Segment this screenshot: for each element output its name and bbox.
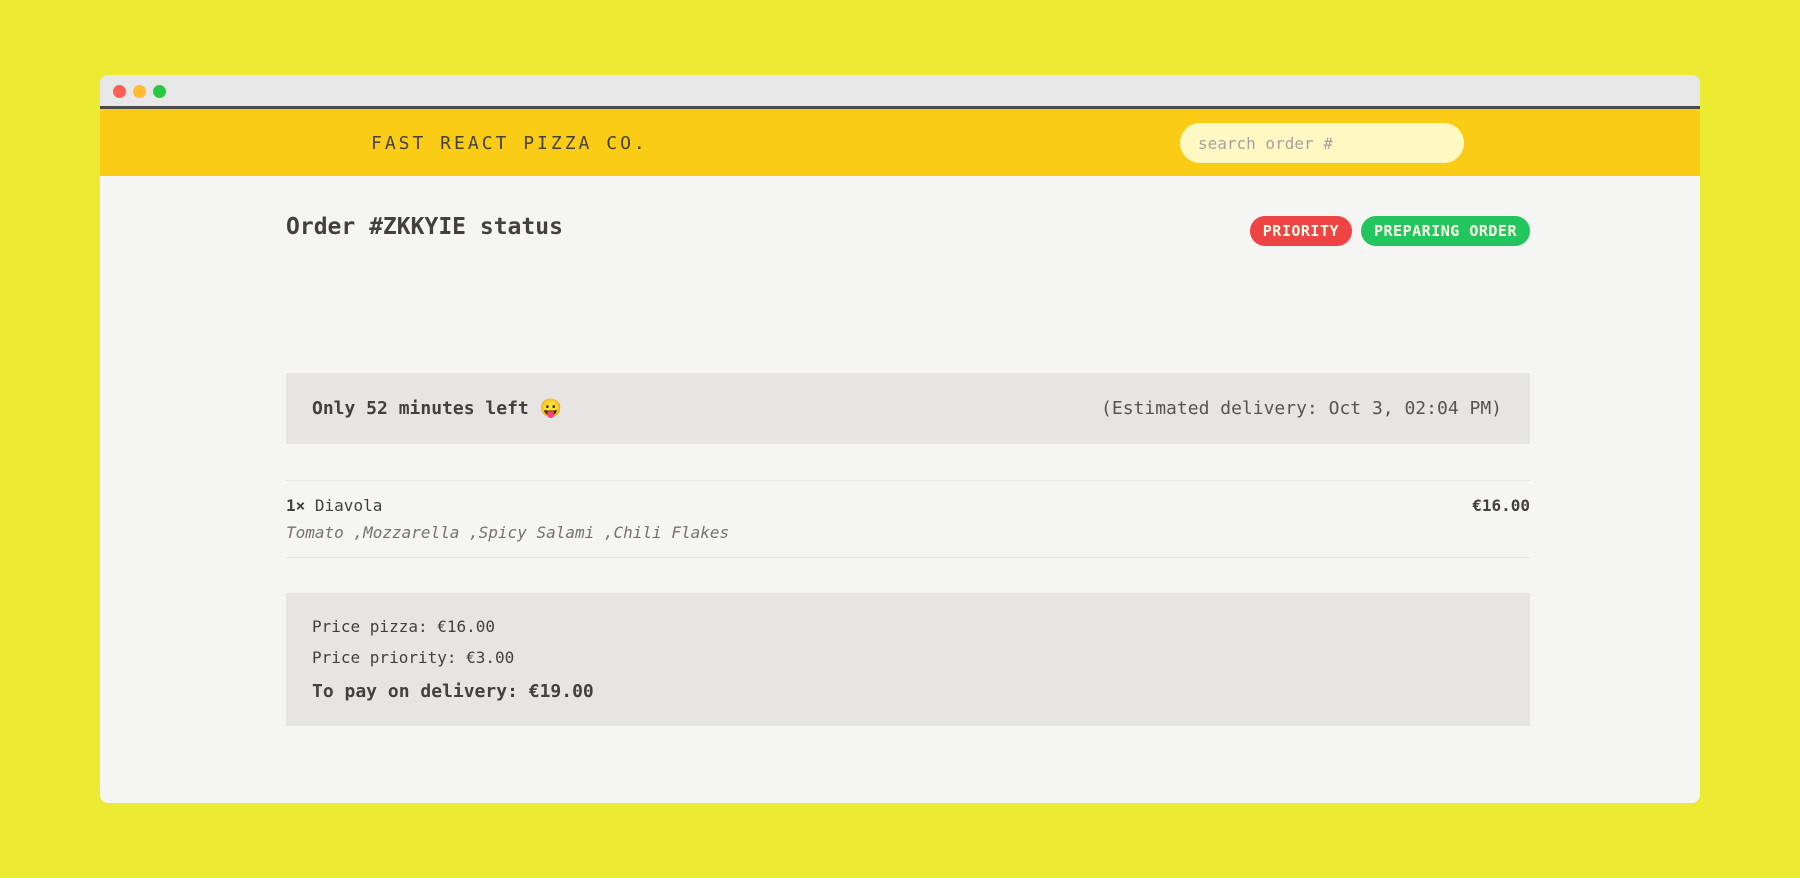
order-items-list: 1× Diavola €16.00 Tomato ,Mozzarella ,Sp…: [286, 480, 1530, 558]
delivery-estimate-box: Only 52 minutes left 😛 (Estimated delive…: [286, 373, 1530, 444]
page-title: Order #ZKKYIE status: [286, 214, 563, 240]
logo-link[interactable]: FAST REACT PIZZA CO.: [371, 133, 648, 154]
app-header: FAST REACT PIZZA CO.: [100, 109, 1700, 176]
item-price: €16.00: [1472, 496, 1530, 515]
item-quantity: 1×: [286, 496, 306, 515]
price-pizza-text: Price pizza: €16.00: [312, 617, 496, 636]
status-badge: PREPARING ORDER: [1361, 216, 1530, 246]
priority-badge: PRIORITY: [1249, 216, 1353, 246]
search-order-input[interactable]: [1180, 123, 1464, 163]
estimated-delivery-text: (Estimated delivery: Oct 3, 02:04 PM): [1101, 398, 1502, 419]
item-title: 1× Diavola: [286, 496, 382, 515]
maximize-window-icon[interactable]: [153, 85, 166, 98]
status-badges: PRIORITY PREPARING ORDER: [1249, 216, 1530, 246]
order-page: Order #ZKKYIE status PRIORITY PREPARING …: [286, 207, 1530, 726]
window-titlebar: [100, 75, 1700, 109]
time-left-text: Only 52 minutes left 😛: [312, 398, 562, 419]
minimize-window-icon[interactable]: [133, 85, 146, 98]
item-ingredients: Tomato ,Mozzarella ,Spicy Salami ,Chili …: [286, 523, 730, 542]
price-summary-box: Price pizza: €16.00 Price priority: €3.0…: [286, 593, 1530, 726]
price-priority-text: Price priority: €3.00: [312, 648, 515, 667]
order-status-row: Order #ZKKYIE status PRIORITY PREPARING …: [286, 207, 1530, 263]
close-window-icon[interactable]: [113, 85, 126, 98]
item-name: Diavola: [314, 496, 383, 515]
browser-window: FAST REACT PIZZA CO. Order #ZKKYIE statu…: [100, 75, 1700, 803]
to-pay-text: To pay on delivery: €19.00: [312, 681, 594, 702]
